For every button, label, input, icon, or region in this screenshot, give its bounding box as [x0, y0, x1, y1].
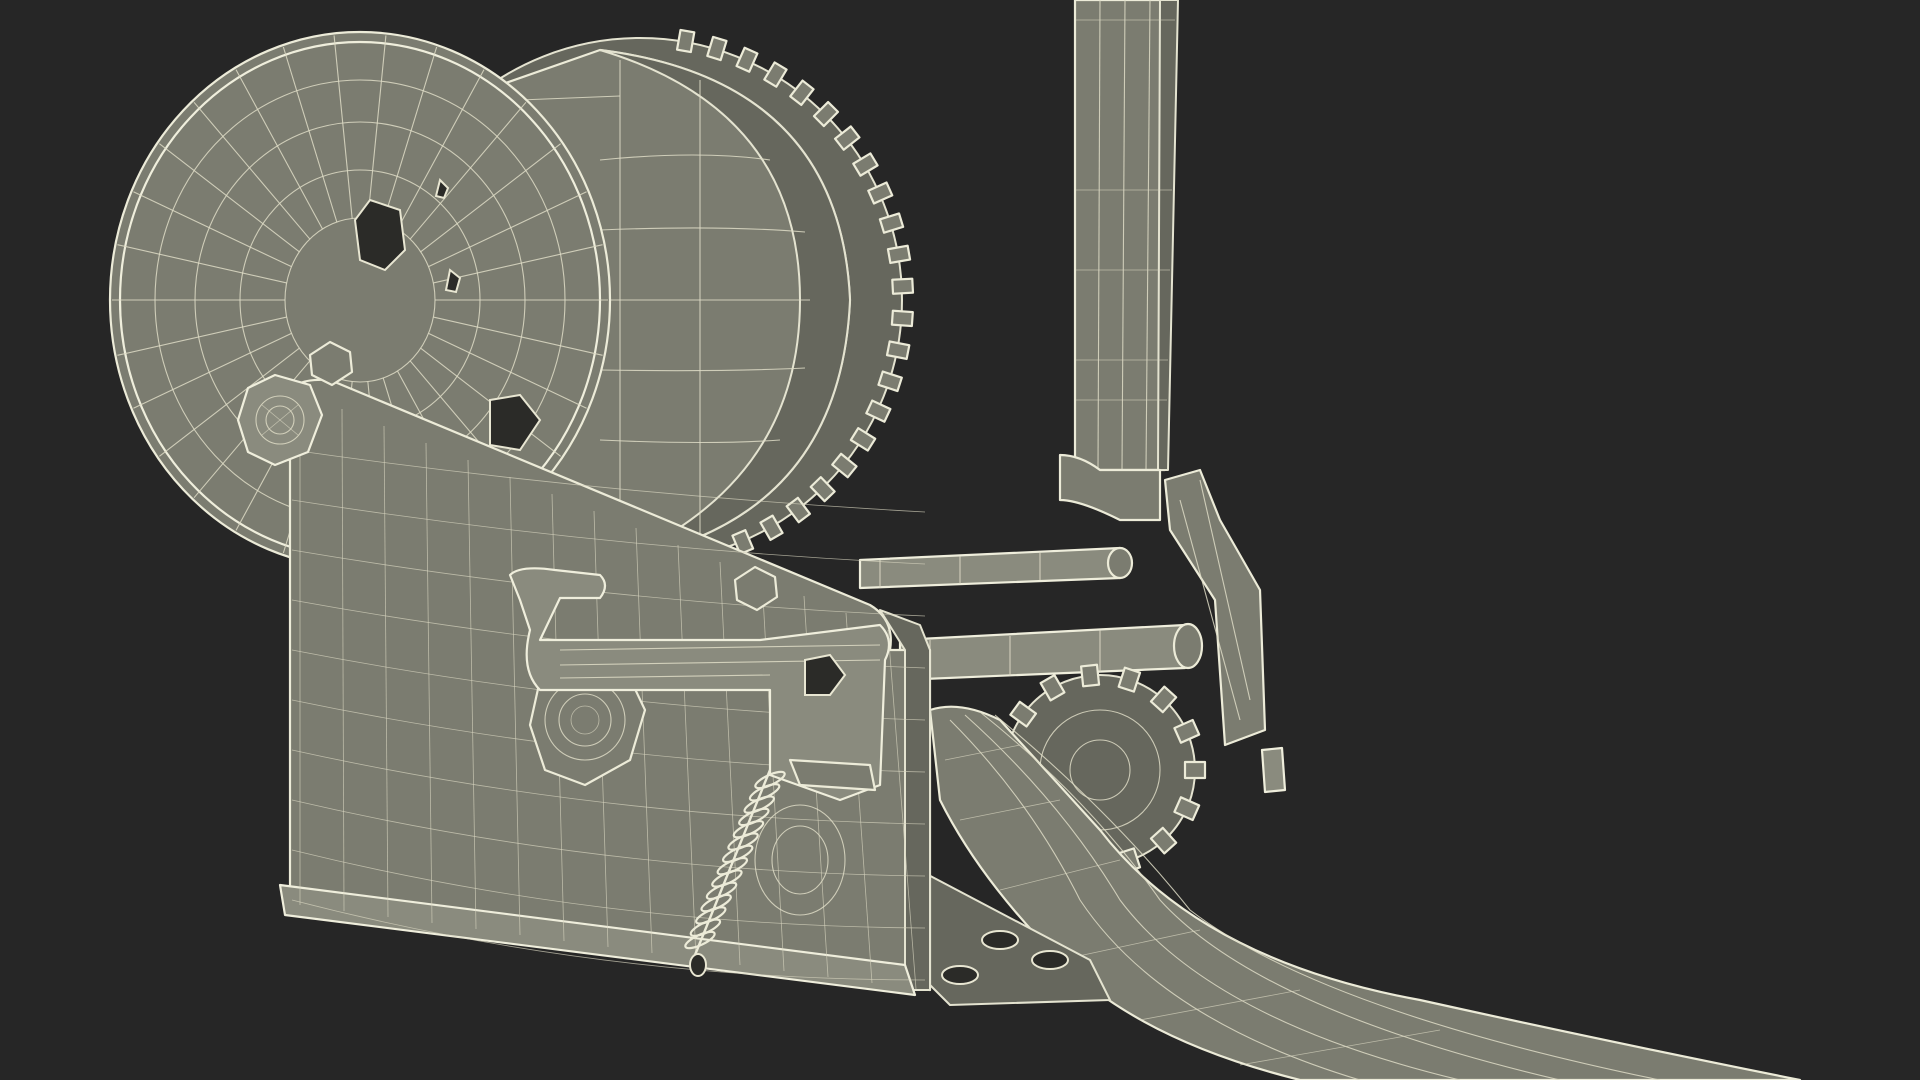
render-viewport: [0, 0, 1920, 1080]
pinion-tooth: [1079, 663, 1101, 688]
gear-tooth: [885, 340, 911, 361]
gear-tooth: [675, 28, 696, 54]
crank-handle: [1058, 0, 1179, 522]
winch-wireframe-render: [108, 0, 1802, 1080]
gear-tooth: [891, 277, 915, 295]
gear-tooth: [890, 309, 914, 328]
gear-tooth: [886, 244, 912, 265]
pinion-tooth: [1183, 760, 1207, 780]
